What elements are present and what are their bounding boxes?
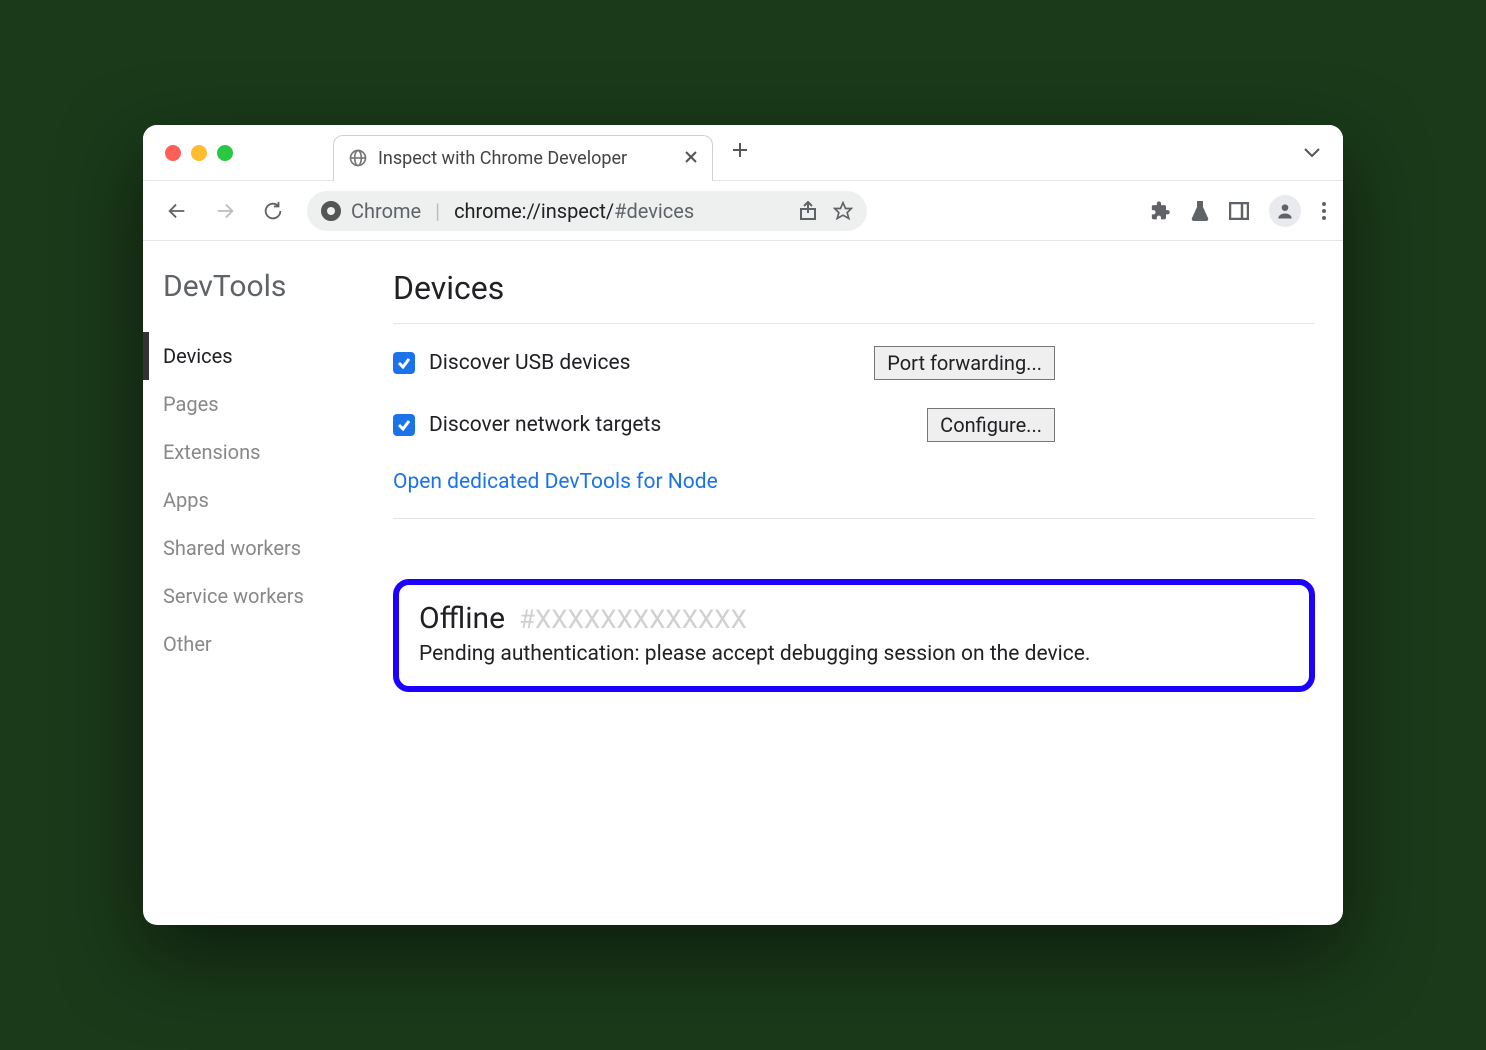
discover-network-label: Discover network targets: [429, 413, 661, 437]
omnibox-url: chrome://inspect/#devices: [454, 199, 694, 223]
sidebar-title: DevTools: [143, 269, 383, 304]
back-button[interactable]: [159, 193, 195, 229]
labs-icon[interactable]: [1191, 200, 1209, 222]
maximize-window-button[interactable]: [217, 145, 233, 161]
chrome-icon: [321, 201, 341, 221]
page-content: DevTools Devices Pages Extensions Apps S…: [143, 241, 1343, 925]
window-controls: [165, 145, 233, 161]
close-tab-button[interactable]: [684, 148, 698, 169]
forward-button: [207, 193, 243, 229]
discover-usb-row: Discover USB devices Port forwarding...: [393, 346, 1315, 380]
tabs-menu-button[interactable]: [1303, 143, 1321, 162]
device-message: Pending authentication: please accept de…: [419, 642, 1289, 666]
sidebar-item-extensions[interactable]: Extensions: [143, 428, 383, 476]
discover-usb-label: Discover USB devices: [429, 351, 631, 375]
browser-window: Inspect with Chrome Developer Chrome | c…: [143, 125, 1343, 925]
discover-usb-checkbox[interactable]: [393, 352, 415, 374]
sidebar-item-apps[interactable]: Apps: [143, 476, 383, 524]
omnibox-label: Chrome: [351, 199, 421, 223]
globe-icon: [348, 148, 368, 168]
sidebar-item-pages[interactable]: Pages: [143, 380, 383, 428]
menu-icon[interactable]: [1321, 201, 1327, 221]
browser-tab[interactable]: Inspect with Chrome Developer: [333, 135, 713, 181]
titlebar: Inspect with Chrome Developer: [143, 125, 1343, 181]
share-icon[interactable]: [799, 201, 817, 221]
port-forwarding-button[interactable]: Port forwarding...: [874, 346, 1055, 380]
omnibox-separator: |: [435, 199, 440, 223]
open-devtools-node-link[interactable]: Open dedicated DevTools for Node: [393, 470, 1315, 519]
page-title: Devices: [393, 269, 1315, 324]
device-status-callout: Offline #XXXXXXXXXXXXX Pending authentic…: [393, 579, 1315, 692]
tab-title: Inspect with Chrome Developer: [378, 148, 674, 169]
reload-button[interactable]: [255, 193, 291, 229]
configure-button[interactable]: Configure...: [927, 408, 1055, 442]
device-status: Offline: [419, 601, 505, 636]
profile-avatar[interactable]: [1269, 195, 1301, 227]
close-window-button[interactable]: [165, 145, 181, 161]
address-bar[interactable]: Chrome | chrome://inspect/#devices: [307, 191, 867, 231]
device-id: #XXXXXXXXXXXXX: [519, 605, 747, 635]
main-panel: Devices Discover USB devices Port forwar…: [383, 241, 1343, 925]
sidebar-item-service-workers[interactable]: Service workers: [143, 572, 383, 620]
discover-network-row: Discover network targets Configure...: [393, 408, 1315, 442]
side-panel-icon[interactable]: [1229, 202, 1249, 220]
extensions-icon[interactable]: [1151, 201, 1171, 221]
discover-network-checkbox[interactable]: [393, 414, 415, 436]
sidebar-item-other[interactable]: Other: [143, 620, 383, 668]
bookmark-star-icon[interactable]: [833, 201, 853, 221]
sidebar-item-shared-workers[interactable]: Shared workers: [143, 524, 383, 572]
new-tab-button[interactable]: [731, 140, 749, 165]
sidebar-item-devices[interactable]: Devices: [143, 332, 383, 380]
minimize-window-button[interactable]: [191, 145, 207, 161]
sidebar: DevTools Devices Pages Extensions Apps S…: [143, 241, 383, 925]
toolbar: Chrome | chrome://inspect/#devices: [143, 181, 1343, 241]
